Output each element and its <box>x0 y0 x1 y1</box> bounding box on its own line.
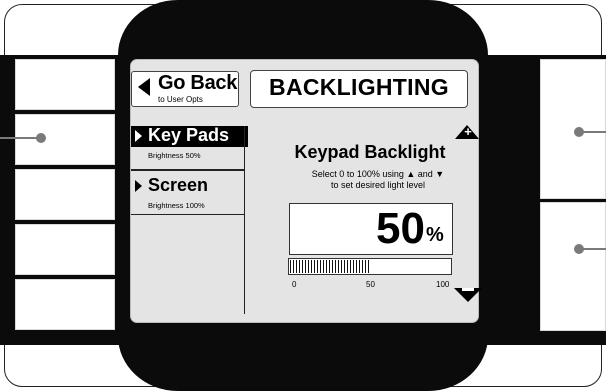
menu-pointer-icon <box>135 180 142 192</box>
left-softkey-1[interactable] <box>15 59 115 110</box>
go-back-label: Go Back <box>158 72 238 94</box>
left-softkey-indicator-line <box>0 137 40 139</box>
back-arrow-icon <box>138 78 150 96</box>
bezel-top <box>118 0 488 60</box>
brightness-unit: % <box>426 224 444 246</box>
menu-item-label[interactable]: Screen <box>148 175 208 196</box>
menu-divider <box>131 214 244 215</box>
left-softkey-3[interactable] <box>15 169 115 220</box>
instruction-text: Select 0 to 100% using ▲ and ▼ <box>311 169 445 179</box>
panel-heading: Keypad Backlight <box>294 142 446 162</box>
slider-tick-label: 100 <box>436 280 450 289</box>
menu-pointer-icon <box>135 130 142 142</box>
brightness-slider-fill <box>290 260 370 273</box>
minus-icon <box>462 288 474 291</box>
right-softkey-down-indicator-dot <box>574 244 584 254</box>
left-softkey-4[interactable] <box>15 224 115 275</box>
left-softkey-indicator-dot <box>36 133 46 143</box>
right-softkey-down[interactable] <box>540 202 606 331</box>
brightness-value: 50 <box>376 204 425 253</box>
menu-separator <box>244 126 245 314</box>
menu-divider <box>131 169 244 171</box>
slider-tick-label: 0 <box>292 280 297 289</box>
instruction-text: to set desired light level <box>330 180 426 190</box>
page-title: BACKLIGHTING <box>269 74 449 100</box>
menu-item-label: Key Pads <box>148 125 230 145</box>
menu-item-sublabel: Brightness 50% <box>148 151 201 160</box>
right-softkey-up[interactable] <box>540 59 606 199</box>
plus-icon: + <box>464 124 472 139</box>
left-softkey-5[interactable] <box>15 279 115 330</box>
menu-item-sublabel: Brightness 100% <box>148 201 205 210</box>
right-softkey-up-indicator-dot <box>574 127 584 137</box>
left-softkey-2[interactable] <box>15 114 115 165</box>
go-back-sublabel: to User Opts <box>158 95 203 104</box>
bezel-bottom <box>118 330 488 391</box>
slider-tick-label: 50 <box>366 280 375 289</box>
